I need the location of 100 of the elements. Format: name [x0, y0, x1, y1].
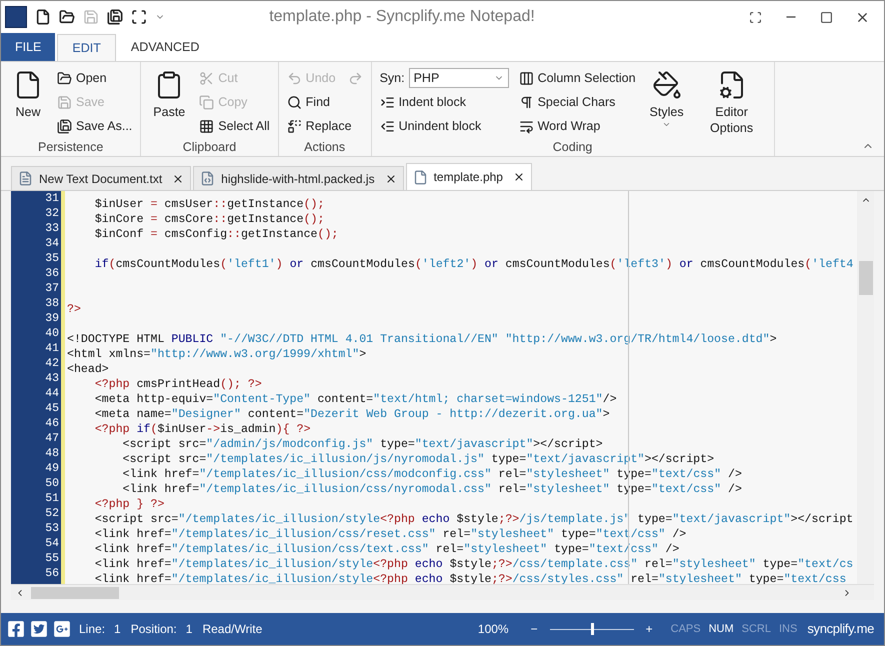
code-line: $inUser = cmsUser::getInstance();	[94, 198, 324, 211]
line-number: 53	[44, 521, 60, 536]
zoom-slider[interactable]	[550, 622, 634, 636]
close-icon[interactable]	[172, 172, 184, 184]
ribbon-button[interactable]: Indent block	[380, 92, 466, 112]
key-indicator: INS	[779, 622, 798, 637]
key-indicator: NUM	[708, 622, 734, 637]
group-label: Clipboard	[182, 139, 238, 156]
window-title: template.php - Syncplify.me Notepad!	[269, 7, 535, 27]
ribbon-button[interactable]: Word Wrap	[518, 116, 600, 136]
line-number: 51	[44, 491, 60, 506]
line-number: 31	[44, 191, 60, 206]
ribbon-button[interactable]: Unindent block	[380, 116, 482, 136]
folder-icon[interactable]	[59, 9, 75, 25]
document-icon	[200, 171, 216, 186]
line-number: 45	[44, 401, 60, 416]
paint-bucket-icon	[652, 70, 682, 100]
code-line: <meta http-equiv="Content-Type" content="text/html; charset=windows-1251"/>	[94, 393, 617, 406]
zoom-out-button[interactable]: −	[530, 620, 538, 638]
ribbon-button[interactable]: Replace	[286, 116, 352, 136]
ribbon-large-button[interactable]: Paste	[149, 66, 190, 120]
code-line: <script src="/templates/ic_illusion/js/nyromodal.js" type="text/javascript"></script>	[122, 453, 714, 466]
wrap-icon	[518, 118, 534, 134]
fullscreen-icon[interactable]	[749, 10, 762, 24]
ribbon-button[interactable]: Open	[57, 68, 107, 88]
group-label: Actions	[303, 139, 346, 156]
ribbon-button[interactable]: Special Chars	[518, 92, 616, 112]
save-as-icon	[57, 118, 72, 134]
code-line: <link href="/templates/ic_illusion/css/nyromodal.css" rel="stylesheet" type="text/css" />	[122, 483, 742, 496]
app-logo-icon	[5, 6, 27, 28]
line-number: 39	[44, 311, 60, 326]
close-icon[interactable]	[384, 172, 397, 184]
code-line: $inConf = cmsConfig::getInstance();	[94, 228, 338, 241]
ribbon-button[interactable]: Select All	[199, 116, 270, 136]
close-icon[interactable]	[512, 171, 525, 183]
line-number: 44	[44, 386, 60, 401]
ribbon-tab[interactable]: ADVANCED	[116, 34, 214, 61]
line-value: 1	[114, 621, 121, 638]
ribbon-large-button[interactable]: Editor Options	[698, 66, 766, 136]
mode-status: Read/Write	[202, 621, 262, 638]
line-number: 54	[44, 536, 60, 551]
brand-logo: syncplify.me	[807, 620, 874, 638]
ribbon-button[interactable]: Column Selection	[518, 68, 636, 88]
frame-icon[interactable]	[131, 9, 147, 25]
zoom-in-button[interactable]: +	[646, 620, 653, 638]
g-plus-icon[interactable]	[53, 620, 71, 638]
key-indicator: SCRL	[742, 622, 771, 637]
scrollbar-thumb[interactable]	[31, 586, 119, 598]
save-icon	[57, 94, 72, 110]
line-number: 34	[44, 236, 60, 251]
facebook-icon[interactable]	[7, 620, 25, 638]
document-tab[interactable]: template.php	[406, 163, 532, 190]
slider-thumb[interactable]	[590, 623, 594, 635]
undo-icon	[286, 70, 302, 86]
line-number: 32	[44, 206, 60, 221]
ribbon-button[interactable]: Find	[286, 92, 330, 112]
code-line: ?>	[67, 303, 81, 316]
document-tab[interactable]: highslide-with-html.packed.js	[193, 166, 404, 190]
code-line: <head>	[67, 363, 109, 376]
line-number: 49	[44, 461, 60, 476]
scrollbar-thumb[interactable]	[858, 261, 872, 295]
ribbon-tab[interactable]: EDIT	[57, 34, 116, 61]
grid-icon	[199, 118, 214, 134]
zoom-level: 100%	[478, 621, 509, 638]
ribbon-tab[interactable]: FILE	[1, 33, 56, 61]
line-number: 43	[44, 371, 60, 386]
line-number: 46	[44, 416, 60, 431]
code-line: if(cmsCountModules('left1') or cmsCountModules('left2') or cmsCountModules('left3') or cmsCountModules('left4	[94, 258, 854, 271]
code-line: <meta name="Designer" content="Dezerit Web Group - http://dezerit.org.ua">	[94, 408, 610, 421]
code-line: <html xmlns="http://www.w3.org/1999/xhtml">	[67, 348, 366, 361]
document-tab[interactable]: New Text Document.txt	[11, 166, 192, 190]
maximize-icon[interactable]	[820, 10, 833, 24]
indent-icon	[380, 94, 395, 110]
pilcrow-icon	[518, 94, 534, 110]
ribbon-large-button[interactable]: New	[9, 66, 47, 120]
line-number: 47	[44, 431, 60, 446]
line-number: 56	[44, 566, 60, 581]
save-as-icon[interactable]	[107, 9, 123, 25]
new-file-icon[interactable]	[35, 9, 51, 25]
vertical-scrollbar[interactable]	[857, 191, 874, 584]
columns-icon	[518, 70, 534, 86]
code-line: <link href="/templates/ic_illusion/css/reset.css" rel="stylesheet" type="text/css" />	[94, 528, 686, 541]
document-icon	[412, 170, 428, 184]
syntax-select[interactable]: PHP	[408, 68, 509, 88]
group-label: Persistence	[36, 139, 104, 156]
code-line: <link href="/templates/ic_illusion/css/modconfig.css" rel="stylesheet" type="text/css" />	[122, 468, 742, 481]
group-label: Coding	[552, 139, 594, 156]
tab-label: template.php	[434, 169, 503, 186]
code-line: <script src="/admin/js/modconfig.js" type="text/javascript"></script>	[122, 438, 603, 451]
line-number: 55	[44, 551, 60, 566]
bird-icon[interactable]	[30, 620, 48, 638]
search-icon	[286, 94, 302, 110]
code-line: <script src="/templates/ic_illusion/style<?php echo $style;?>/js/template.js" type="text/javascript"></script	[94, 513, 854, 526]
line-number: 48	[44, 446, 60, 461]
line-number: 38	[44, 296, 60, 311]
ribbon-large-button[interactable]: Styles	[646, 66, 688, 129]
line-number: 41	[44, 341, 60, 356]
redo-icon	[348, 70, 363, 86]
ribbon-button[interactable]: Save As...	[57, 116, 132, 136]
code-line: <link href="/templates/ic_illusion/style<?php echo $style;?>/css/template.css" rel="stylesheet" type="text/cs	[94, 558, 854, 571]
